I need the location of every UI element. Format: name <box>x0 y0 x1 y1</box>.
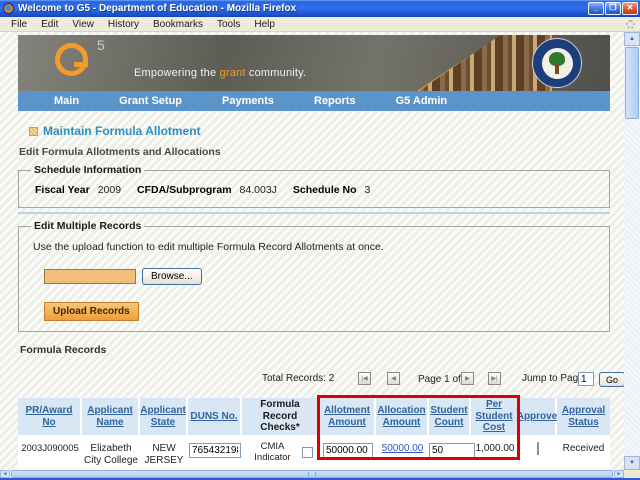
upload-records-button[interactable]: Upload Records <box>44 302 139 321</box>
menu-view[interactable]: View <box>65 19 101 30</box>
page-viewport: 5 Empowering the grant community. Main G… <box>0 32 624 470</box>
nav-main[interactable]: Main <box>54 95 79 107</box>
header-student-count[interactable]: Student Count <box>429 398 471 435</box>
menu-file[interactable]: File <box>4 19 34 30</box>
scroll-up-arrow-icon[interactable]: ▲ <box>624 32 640 46</box>
schedule-no-value: 3 <box>365 184 371 196</box>
minimize-button[interactable]: _ <box>588 2 604 15</box>
g5-banner: 5 Empowering the grant community. <box>18 35 610 91</box>
header-allocation-amount[interactable]: Allocation Amount <box>376 398 429 435</box>
menu-bookmarks[interactable]: Bookmarks <box>146 19 210 30</box>
header-approve[interactable]: Approve <box>519 398 557 435</box>
cfda-subprogram-label: CFDA/Subprogram <box>137 184 232 196</box>
header-applicant-state[interactable]: Applicant State <box>140 398 188 435</box>
cmia-indicator-checkbox[interactable] <box>302 447 313 458</box>
dept-of-education-seal <box>532 38 582 88</box>
header-approval-status[interactable]: Approval Status <box>557 398 610 435</box>
cell-approval-status: Received <box>557 435 610 470</box>
menu-edit[interactable]: Edit <box>34 19 65 30</box>
total-records-label: Total Records: 2 <box>262 373 334 384</box>
formula-records-label: Formula Records <box>20 344 610 356</box>
scroll-left-arrow-icon[interactable]: ◄ <box>0 470 10 478</box>
edit-multiple-records-fieldset: Edit Multiple Records Use the upload fun… <box>18 220 610 332</box>
window-grid-icon <box>29 127 38 136</box>
cell-per-student-cost: 1,000.00 <box>471 435 519 470</box>
upload-instruction: Use the upload function to edit multiple… <box>33 241 599 253</box>
edit-multiple-records-legend: Edit Multiple Records <box>31 220 144 232</box>
horizontal-scrollbar: ◄ ► <box>0 470 624 478</box>
cell-applicant-state: NEW JERSEY <box>140 435 188 470</box>
vertical-scrollbar: ▲ ▼ <box>624 32 640 470</box>
header-pr-award-no[interactable]: PR/Award No <box>18 398 82 435</box>
first-page-button[interactable]: |◀ <box>358 372 371 385</box>
g5-logo-icon <box>55 43 88 76</box>
menubar: File Edit View History Bookmarks Tools H… <box>0 17 640 32</box>
menu-history[interactable]: History <box>101 19 146 30</box>
nav-reports[interactable]: Reports <box>314 95 356 107</box>
firefox-throbber-icon <box>626 20 635 29</box>
browse-button[interactable]: Browse... <box>142 268 202 285</box>
table-row: 2003J090005 Elizabeth City College NEW J… <box>18 435 610 470</box>
cell-formula-record-checks: CMIA Indicator High Risk HR Certificatio… <box>242 435 320 470</box>
close-button[interactable]: ✕ <box>622 2 638 15</box>
titlebar: Welcome to G5 - Department of Education … <box>0 0 640 17</box>
restore-button[interactable]: ❐ <box>605 2 621 15</box>
nav-payments[interactable]: Payments <box>222 95 274 107</box>
schedule-information-fieldset: Schedule Information Fiscal Year 2009 CFD… <box>18 164 610 208</box>
section-divider <box>18 212 610 214</box>
g5-logo-5: 5 <box>97 37 105 53</box>
vertical-scrollbar-thumb[interactable] <box>625 47 639 119</box>
page-subtitle: Edit Formula Allotments and Allocations <box>19 146 610 158</box>
main-nav: Main Grant Setup Payments Reports G5 Adm… <box>18 91 610 111</box>
jump-to-page-input[interactable] <box>578 372 594 386</box>
fiscal-year-value: 2009 <box>98 184 121 196</box>
go-button[interactable]: Go <box>599 372 624 387</box>
table-header-row: PR/Award No Applicant Name Applicant Sta… <box>18 398 610 435</box>
student-count-input[interactable] <box>429 443 475 458</box>
horizontal-scrollbar-thumb[interactable] <box>11 470 613 478</box>
menu-help[interactable]: Help <box>247 19 282 30</box>
page-title: Maintain Formula Allotment <box>29 124 610 138</box>
menu-tools[interactable]: Tools <box>210 19 247 30</box>
scroll-right-arrow-icon[interactable]: ► <box>614 470 624 478</box>
cell-pr-award-no: 2003J090005 <box>18 435 82 470</box>
approve-checkbox[interactable] <box>537 442 539 455</box>
header-applicant-name[interactable]: Applicant Name <box>82 398 140 435</box>
scroll-down-arrow-icon[interactable]: ▼ <box>624 456 640 470</box>
cfda-subprogram-value: 84.003J <box>240 184 277 196</box>
next-page-button[interactable]: ▶ <box>461 372 474 385</box>
jump-to-page-label: Jump to Page <box>522 373 584 384</box>
nav-grant-setup[interactable]: Grant Setup <box>119 95 182 107</box>
header-per-student-cost[interactable]: Per Student Cost <box>471 398 519 435</box>
fiscal-year-label: Fiscal Year <box>35 184 90 196</box>
header-duns-no[interactable]: DUNS No. <box>188 398 242 435</box>
allotment-amount-input[interactable] <box>323 443 373 458</box>
previous-page-button[interactable]: ◀ <box>387 372 400 385</box>
pagination-bar: Total Records: 2 |◀ ◀ Page 1 of 1 ▶ ▶| J… <box>18 372 610 388</box>
browser-window: Welcome to G5 - Department of Education … <box>0 0 640 480</box>
last-page-button[interactable]: ▶| <box>488 372 501 385</box>
duns-no-input[interactable] <box>189 443 241 458</box>
file-path-input[interactable] <box>44 269 136 284</box>
allocation-amount-link[interactable]: 50000.00 <box>382 443 424 454</box>
cmia-indicator-label: CMIA Indicator <box>245 442 300 464</box>
schedule-no-label: Schedule No <box>293 184 357 196</box>
schedule-information-legend: Schedule Information <box>31 164 144 176</box>
header-formula-record-checks: Formula Record Checks* <box>242 398 320 435</box>
cell-applicant-name: Elizabeth City College <box>82 435 140 470</box>
tagline: Empowering the grant community. <box>134 67 306 79</box>
firefox-icon <box>3 3 14 14</box>
header-allotment-amount[interactable]: Allotment Amount <box>320 398 376 435</box>
bookshelf-image <box>419 35 550 91</box>
formula-records-table: PR/Award No Applicant Name Applicant Sta… <box>18 398 610 470</box>
window-title: Welcome to G5 - Department of Education … <box>18 3 587 14</box>
nav-g5-admin[interactable]: G5 Admin <box>396 95 448 107</box>
